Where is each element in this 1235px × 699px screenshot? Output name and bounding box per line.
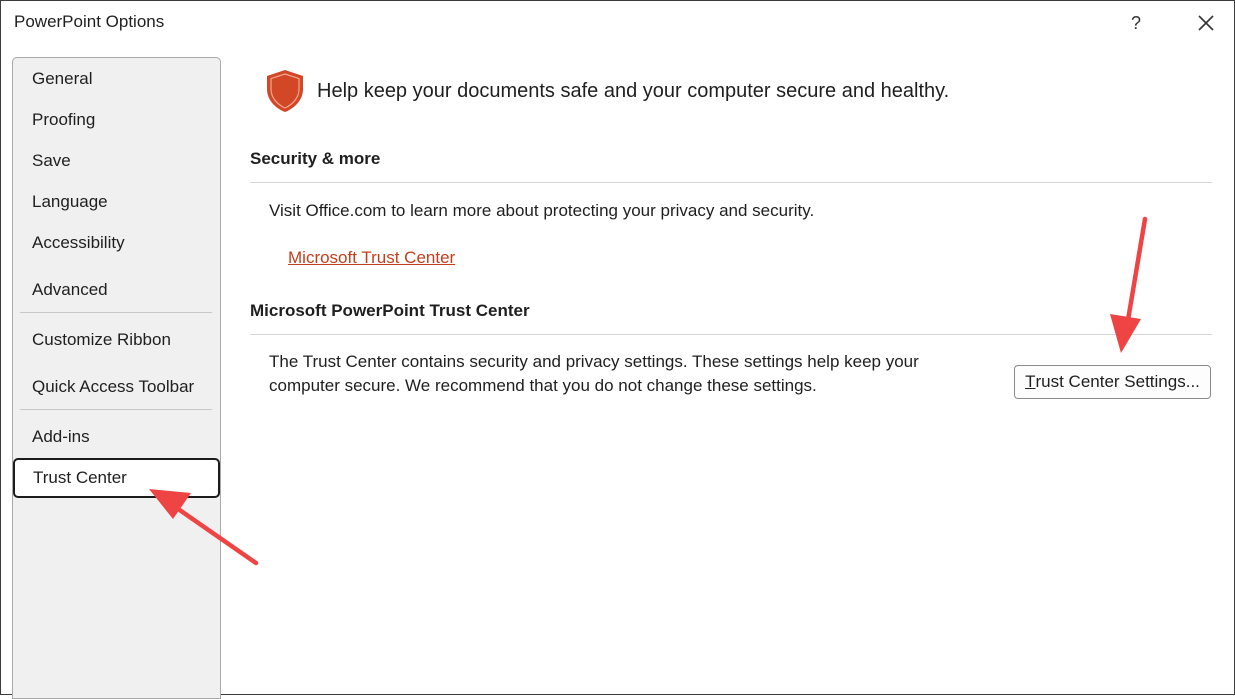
close-button[interactable] [1188, 7, 1224, 39]
trust-center-description-line: The Trust Center contains security and p… [269, 352, 919, 371]
sidebar-item-trust-center[interactable]: Trust Center [13, 458, 220, 498]
trust-center-settings-button[interactable]: Trust Center Settings... [1014, 365, 1211, 399]
sidebar-item-label: Quick Access Toolbar [32, 377, 195, 396]
sidebar-item-quick-access-toolbar[interactable]: Quick Access Toolbar [13, 370, 220, 404]
security-section-title: Security & more [250, 149, 381, 168]
sidebar-item-label: Add-ins [32, 427, 90, 446]
sidebar-item-label: General [32, 69, 93, 88]
sidebar-item-advanced[interactable]: Advanced [13, 273, 220, 307]
annotation-arrow-settings-button [1110, 216, 1148, 353]
sidebar-item-language[interactable]: Language [13, 185, 220, 219]
help-icon: ? [1130, 12, 1141, 33]
section-divider [250, 182, 1212, 183]
sidebar-divider [20, 312, 212, 313]
sidebar-item-label: Customize Ribbon [32, 330, 171, 349]
button-label: rust Center Settings... [1035, 372, 1200, 391]
help-button[interactable]: ? [1118, 7, 1154, 39]
window-title: PowerPoint Options [14, 12, 165, 31]
options-dialog: PowerPoint Options ? General Proofing Sa… [0, 0, 1235, 699]
sidebar-divider [20, 409, 212, 410]
options-sidebar: General Proofing Save Language Accessibi… [12, 57, 221, 699]
microsoft-trust-center-link[interactable]: Microsoft Trust Center [288, 248, 455, 268]
sidebar-item-label: Trust Center [33, 468, 127, 487]
sidebar-item-save[interactable]: Save [13, 144, 220, 178]
sidebar-item-label: Save [32, 151, 71, 170]
sidebar-item-customize-ribbon[interactable]: Customize Ribbon [13, 323, 220, 357]
sidebar-item-label: Advanced [32, 280, 108, 299]
security-description: Visit Office.com to learn more about pro… [269, 201, 815, 220]
shield-icon [267, 70, 303, 112]
trust-center-description: The Trust Center contains security and p… [269, 350, 919, 398]
sidebar-item-add-ins[interactable]: Add-ins [13, 420, 220, 454]
section-divider [250, 334, 1212, 335]
sidebar-item-label: Language [32, 192, 108, 211]
sidebar-item-label: Proofing [32, 110, 96, 129]
close-icon [1198, 15, 1214, 31]
hero-text: Help keep your documents safe and your c… [317, 80, 950, 102]
button-access-key: T [1025, 372, 1036, 391]
sidebar-item-proofing[interactable]: Proofing [13, 103, 220, 137]
sidebar-item-accessibility[interactable]: Accessibility [13, 226, 220, 260]
sidebar-item-label: Accessibility [32, 233, 125, 252]
sidebar-item-general[interactable]: General [13, 62, 220, 96]
trust-center-description-line: computer secure. We recommend that you d… [269, 376, 817, 395]
trust-center-section-title: Microsoft PowerPoint Trust Center [250, 301, 530, 320]
